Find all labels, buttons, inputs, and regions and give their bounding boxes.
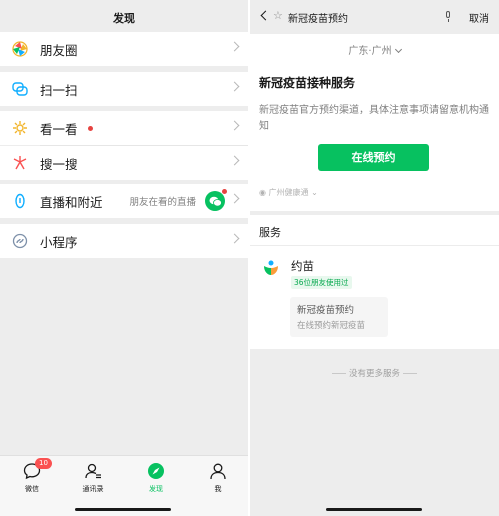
person-icon <box>193 462 243 480</box>
tab-chats[interactable]: 10 微信 <box>7 458 57 494</box>
menu-item-top-stories[interactable]: 看一看 <box>0 111 248 145</box>
chevron-right-icon <box>229 41 240 52</box>
menu-item-search[interactable]: 搜一搜 <box>0 146 248 180</box>
home-indicator <box>75 508 171 511</box>
notification-dot <box>222 189 227 194</box>
service-title: 新冠疫苗接种服务 <box>259 76 356 90</box>
menu-item-label: 直播和附近 <box>40 194 103 210</box>
region-label: 广东·广州 <box>348 46 392 57</box>
menu-item-mini-programs[interactable]: 小程序 <box>0 224 248 258</box>
divider <box>331 373 346 374</box>
wechat-logo-icon <box>205 189 227 211</box>
no-more-label: 没有更多服务 <box>348 369 400 379</box>
tab-discover[interactable]: 发现 <box>131 462 181 494</box>
chevron-right-icon <box>229 81 240 92</box>
menu-item-live-nearby[interactable]: 直播和附近 朋友在看的直播 <box>0 184 248 218</box>
location-icon: ◉ <box>259 188 269 197</box>
live-friends-watching-text: 朋友在看的直播 <box>129 197 196 208</box>
search-query[interactable]: 新冠疫苗预约 <box>288 10 348 25</box>
compass-icon <box>131 462 181 480</box>
chevron-down-icon: ⌄ <box>311 188 318 197</box>
menu-item-label: 搜一搜 <box>40 156 78 172</box>
chevron-right-icon <box>229 193 240 204</box>
provider-selector[interactable]: ◉ 广州健康通 ⌄ <box>259 187 318 198</box>
search-nav-bar: ☆ 新冠疫苗预约 取消 <box>250 0 499 34</box>
divider <box>403 373 417 374</box>
menu-item-label: 扫一扫 <box>40 82 78 98</box>
yuemiao-app-icon[interactable] <box>262 259 280 277</box>
cancel-button[interactable]: 取消 <box>469 10 489 25</box>
subcard-description: 在线预约新冠疫苗 <box>297 321 366 331</box>
tab-me[interactable]: 我 <box>193 462 243 494</box>
chevron-right-icon <box>229 233 240 244</box>
menu-item-label: 朋友圈 <box>40 42 78 58</box>
services-card: 服务 约苗 36位朋友使用过 新冠疫苗预约 在线预约新冠疫苗 <box>250 215 499 349</box>
menu-item-label: 小程序 <box>40 234 78 250</box>
no-more-services: 没有更多服务 <box>250 367 499 379</box>
menu-item-scan[interactable]: 扫一扫 <box>0 72 248 106</box>
friends-used-badge: 36位朋友使用过 <box>291 276 352 289</box>
provider-label: 广州健康通 <box>268 188 309 197</box>
chevron-right-icon <box>229 155 240 166</box>
mini-program-icon <box>12 233 28 249</box>
bottom-tab-bar: 10 微信 通讯录 发现 我 <box>0 455 248 516</box>
new-content-dot <box>87 125 93 131</box>
discover-screen: 发现 朋友圈 扫一扫 看一看 搜一搜 直播和附近 朋友在看的直播 小程序 10 … <box>0 0 248 516</box>
book-online-button[interactable]: 在线预约 <box>318 144 429 171</box>
moments-icon <box>12 41 28 57</box>
tab-contacts[interactable]: 通讯录 <box>68 462 118 494</box>
star-icon[interactable]: ☆ <box>273 9 283 22</box>
tab-label: 通讯录 <box>82 485 104 493</box>
live-nearby-icon <box>12 193 28 209</box>
back-arrow-icon[interactable] <box>260 10 271 21</box>
subcard-title: 新冠疫苗预约 <box>297 305 355 316</box>
vaccine-service-card: 广东·广州 新冠疫苗接种服务 新冠疫苗官方预约渠道，具体注意事项请留意机构通知 … <box>250 34 499 211</box>
search-icon <box>12 155 28 171</box>
home-indicator <box>326 508 422 511</box>
chevron-down-icon <box>394 45 402 54</box>
unread-count-badge: 10 <box>35 458 52 469</box>
region-selector[interactable]: 广东·广州 <box>250 42 499 57</box>
menu-item-label: 看一看 <box>40 121 78 137</box>
tab-label: 发现 <box>149 485 163 493</box>
search-result-screen: ☆ 新冠疫苗预约 取消 广东·广州 新冠疫苗接种服务 新冠疫苗官方预约渠道，具体… <box>250 0 499 516</box>
contacts-icon <box>68 462 118 480</box>
service-description: 新冠疫苗官方预约渠道，具体注意事项请留意机构通知 <box>259 105 489 132</box>
page-title: 发现 <box>113 12 135 25</box>
section-title: 服务 <box>259 226 281 239</box>
tab-label: 微信 <box>25 485 39 493</box>
scan-icon <box>12 81 28 97</box>
top-stories-icon <box>12 120 28 136</box>
vaccine-booking-subcard[interactable]: 新冠疫苗预约 在线预约新冠疫苗 <box>290 297 388 337</box>
menu-item-moments[interactable]: 朋友圈 <box>0 32 248 66</box>
chevron-right-icon <box>229 120 240 131</box>
app-name[interactable]: 约苗 <box>291 258 314 274</box>
microphone-stem <box>447 19 449 22</box>
divider <box>250 245 499 246</box>
tab-label: 我 <box>214 485 222 493</box>
microphone-icon[interactable] <box>446 11 450 18</box>
